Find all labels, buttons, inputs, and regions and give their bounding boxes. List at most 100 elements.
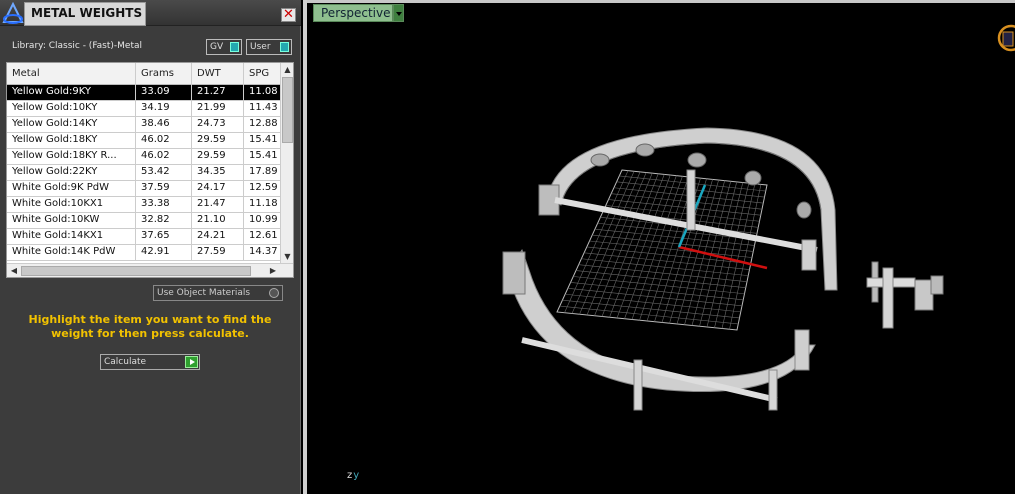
cell-metal: Yellow Gold:14KY [7,117,136,132]
perspective-view-tab[interactable]: Perspective [313,4,393,22]
cell-dwt: 29.59 [192,149,244,164]
table-row[interactable]: Yellow Gold:18KY 46.02 29.59 15.41 [7,133,281,149]
cell-spg: 11.18 [244,197,281,212]
cell-metal: White Gold:14KX1 [7,229,136,244]
cell-dwt: 27.59 [192,245,244,260]
construction-grid [556,169,768,331]
cell-dwt: 21.10 [192,213,244,228]
play-arrow-icon [185,356,198,368]
cell-spg: 12.88 [244,117,281,132]
cell-dwt: 21.99 [192,101,244,116]
app-root: METAL WEIGHTS ✕ Library: Classic - (Fast… [0,0,1015,494]
cell-dwt: 21.27 [192,85,244,100]
close-button[interactable]: ✕ [281,8,296,22]
column-header-dwt[interactable]: DWT [192,63,244,85]
column-header-grams[interactable]: Grams [136,63,192,85]
table-row[interactable]: White Gold:14K PdW 42.91 27.59 14.37 [7,245,281,261]
user-toggle-label: User [250,42,271,52]
calculate-label: Calculate [104,357,147,367]
scroll-right-icon[interactable]: ▶ [267,265,279,277]
perspective-label: Perspective [321,6,391,20]
panel-title: METAL WEIGHTS [31,6,143,20]
cell-metal: Yellow Gold:22KY [7,165,136,180]
cell-dwt: 21.47 [192,197,244,212]
cell-grams: 46.02 [136,133,192,148]
cell-dwt: 24.21 [192,229,244,244]
cell-metal: Yellow Gold:9KY [7,85,136,100]
table-row[interactable]: Yellow Gold:10KY 34.19 21.99 11.43 [7,101,281,117]
column-header-metal[interactable]: Metal [7,63,136,85]
cell-spg: 12.61 [244,229,281,244]
vertical-scroll-thumb[interactable] [282,77,293,143]
axis-y-label: y [353,470,360,481]
column-header-spg[interactable]: SPG [244,63,281,85]
cell-grams: 37.65 [136,229,192,244]
close-icon: ✕ [283,7,294,22]
cell-grams: 53.42 [136,165,192,180]
user-toggle-indicator-icon [280,42,289,52]
cell-grams: 37.59 [136,181,192,196]
cell-metal: White Gold:10KW [7,213,136,228]
table-body: Yellow Gold:9KY 33.09 21.27 11.08 Yellow Gol… [7,85,281,261]
axis-z-label: z [347,470,353,481]
gv-toggle-indicator-icon [230,42,239,52]
vertical-scrollbar[interactable]: ▲ ▼ [280,63,293,264]
table-row[interactable]: White Gold:9K PdW 37.59 24.17 12.59 [7,181,281,197]
cell-spg: 17.89 [244,165,281,180]
metal-weights-panel: METAL WEIGHTS ✕ Library: Classic - (Fast… [0,0,301,494]
cell-grams: 34.19 [136,101,192,116]
3d-viewport[interactable]: Perspective zy [303,0,1015,494]
cell-metal: Yellow Gold:10KY [7,101,136,116]
scroll-down-icon[interactable]: ▼ [282,251,293,263]
cell-dwt: 34.35 [192,165,244,180]
horizontal-scroll-thumb[interactable] [21,266,251,276]
cell-metal: White Gold:10KX1 [7,197,136,212]
table-row[interactable]: Yellow Gold:22KY 53.42 34.35 17.89 [7,165,281,181]
cell-grams: 38.46 [136,117,192,132]
gv-toggle-label: GV [210,42,224,52]
cell-spg: 15.41 [244,133,281,148]
table-row[interactable]: White Gold:14KX1 37.65 24.21 12.61 [7,229,281,245]
hinge-part [866,261,944,329]
panel-title-tab: METAL WEIGHTS [24,2,146,26]
cell-spg: 12.59 [244,181,281,196]
view-dropdown-chevron-icon[interactable] [393,4,404,22]
metal-table: Metal Grams DWT SPG Yellow Gold:9KY 33.09… [6,62,294,278]
radio-icon [269,288,279,298]
3d-scene[interactable] [307,0,1015,494]
cell-dwt: 24.73 [192,117,244,132]
cell-metal: White Gold:14K PdW [7,245,136,260]
gv-toggle[interactable]: GV [206,39,242,55]
axis-triad: zy [347,470,359,481]
instruction-text: Highlight the item you want to find the … [28,313,272,340]
table-row[interactable]: White Gold:10KX1 33.38 21.47 11.18 [7,197,281,213]
table-row[interactable]: Yellow Gold:9KY 33.09 21.27 11.08 [7,85,281,101]
view-cube-icon[interactable] [997,24,1015,52]
use-object-materials-label: Use Object Materials [157,288,251,298]
cell-grams: 32.82 [136,213,192,228]
cell-dwt: 24.17 [192,181,244,196]
cell-grams: 46.02 [136,149,192,164]
cell-grams: 42.91 [136,245,192,260]
scroll-left-icon[interactable]: ◀ [8,265,20,277]
cell-spg: 10.99 [244,213,281,228]
cell-metal: White Gold:9K PdW [7,181,136,196]
cell-spg: 11.08 [244,85,281,100]
table-row[interactable]: Yellow Gold:18KY R... 46.02 29.59 15.41 [7,149,281,165]
table-row[interactable]: Yellow Gold:14KY 38.46 24.73 12.88 [7,117,281,133]
app-logo-icon [2,2,24,24]
cell-spg: 11.43 [244,101,281,116]
cell-metal: Yellow Gold:18KY [7,133,136,148]
calculate-button[interactable]: Calculate [100,354,200,370]
cell-spg: 15.41 [244,149,281,164]
use-object-materials-toggle[interactable]: Use Object Materials [153,285,283,301]
user-toggle[interactable]: User [246,39,292,55]
panel-titlebar: METAL WEIGHTS ✕ [0,0,301,26]
table-row[interactable]: White Gold:10KW 32.82 21.10 10.99 [7,213,281,229]
table-header: Metal Grams DWT SPG [7,63,281,85]
cell-dwt: 29.59 [192,133,244,148]
horizontal-scrollbar[interactable]: ◀ ▶ [7,263,293,277]
scroll-up-icon[interactable]: ▲ [282,64,293,76]
cell-metal: Yellow Gold:18KY R... [7,149,136,164]
cell-grams: 33.38 [136,197,192,212]
